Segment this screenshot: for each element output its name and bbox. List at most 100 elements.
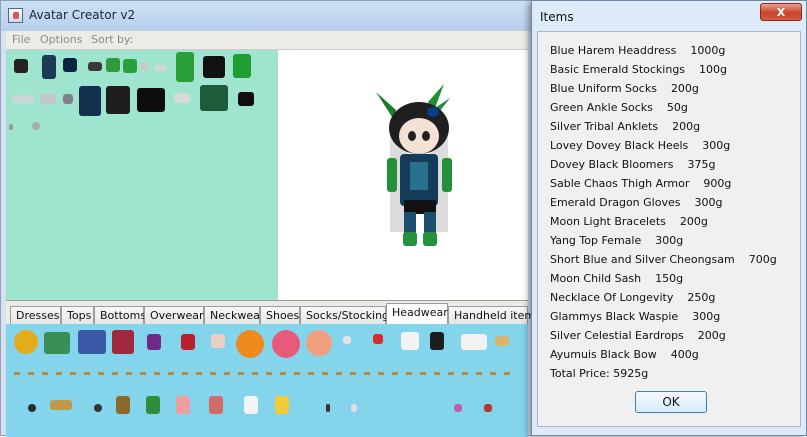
item-thumbnail[interactable] (88, 62, 102, 71)
item-thumbnail[interactable] (79, 86, 101, 116)
item-name: Silver Tribal Anklets (550, 120, 659, 133)
list-item: Glammys Black Waspie 300g (550, 310, 720, 326)
item-thumbnail[interactable] (155, 65, 167, 71)
close-button[interactable]: X (760, 3, 802, 21)
list-item: Basic Emerald Stockings 100g (550, 63, 727, 79)
list-item: Silver Tribal Anklets 200g (550, 120, 700, 136)
item-thumbnail[interactable] (147, 334, 161, 350)
list-item: Short Blue and Silver Cheongsam 700g (550, 253, 777, 269)
item-name: Emerald Dragon Gloves (550, 196, 681, 209)
item-price: 50g (666, 101, 688, 114)
item-price: 150g (655, 272, 684, 285)
item-name: Yang Top Female (550, 234, 642, 247)
item-thumbnail[interactable] (200, 85, 228, 111)
item-thumbnail[interactable] (174, 93, 190, 103)
item-thumbnail[interactable] (211, 334, 225, 348)
item-thumbnail[interactable] (238, 92, 254, 106)
item-thumbnail[interactable] (203, 56, 225, 78)
item-thumbnail[interactable] (233, 54, 251, 78)
item-name: Green Ankle Socks (550, 101, 653, 114)
list-item: Dovey Black Bloomers 375g (550, 158, 716, 174)
item-thumbnail[interactable] (28, 404, 36, 412)
item-thumbnail[interactable] (42, 55, 56, 79)
list-item: Yang Top Female 300g (550, 234, 683, 250)
item-thumbnail[interactable] (236, 330, 264, 358)
item-thumbnail[interactable] (63, 58, 77, 72)
menu-sort-by[interactable]: Sort by: (91, 33, 133, 46)
tab-tops[interactable]: Tops (61, 306, 94, 324)
item-thumbnail[interactable] (123, 59, 137, 73)
item-thumbnail[interactable] (12, 95, 34, 103)
item-thumbnail[interactable] (275, 396, 289, 414)
item-thumbnail[interactable] (495, 336, 509, 346)
item-thumbnail[interactable] (430, 332, 444, 350)
item-name: Sable Chaos Thigh Armor (550, 177, 690, 190)
list-item: Emerald Dragon Gloves 300g (550, 196, 722, 212)
tab-socks-stockings[interactable]: Socks/Stockings (300, 306, 395, 324)
list-item: Blue Harem Headdress 1000g (550, 44, 725, 60)
total-price: Total Price: 5925g (550, 367, 649, 380)
item-thumbnail[interactable] (32, 122, 40, 130)
tab-dresses[interactable]: Dresses (10, 306, 61, 324)
item-thumbnail[interactable] (373, 334, 383, 344)
item-thumbnail[interactable] (181, 334, 195, 350)
item-thumbnail[interactable] (146, 396, 160, 414)
tab-overwear[interactable]: Overwear (144, 306, 204, 324)
item-thumbnail[interactable] (63, 94, 73, 104)
item-thumbnail[interactable] (244, 396, 258, 414)
item-thumbnail[interactable] (484, 404, 492, 412)
list-item: Green Ankle Socks 50g (550, 101, 688, 117)
item-thumbnail[interactable] (401, 332, 419, 350)
item-thumbnail[interactable] (106, 58, 120, 72)
item-price: 200g (670, 82, 699, 95)
item-thumbnail[interactable] (461, 334, 487, 350)
item-thumbnail[interactable] (9, 124, 13, 130)
list-item: Moon Light Bracelets 200g (550, 215, 708, 231)
tab-handheld-items[interactable]: Handheld items (448, 306, 541, 324)
list-item: Silver Celestial Eardrops 200g (550, 329, 726, 345)
dialog-title: Items (540, 10, 574, 24)
tab-neckwear[interactable]: Neckwear (204, 306, 264, 324)
circlet-row (14, 372, 514, 375)
item-thumbnail[interactable] (343, 336, 351, 344)
item-price: 250g (687, 291, 716, 304)
item-thumbnail[interactable] (106, 86, 130, 114)
item-thumbnail[interactable] (44, 332, 70, 354)
item-price: 300g (702, 139, 731, 152)
item-name: Blue Harem Headdress (550, 44, 677, 57)
item-name: Basic Emerald Stockings (550, 63, 686, 76)
item-name: Glammys Black Waspie (550, 310, 679, 323)
tab-shoes[interactable]: Shoes (260, 306, 300, 324)
tab-bottoms[interactable]: Bottoms (94, 306, 146, 324)
item-price: 300g (692, 310, 721, 323)
item-price: 1000g (690, 44, 726, 57)
headwear-items-grid (6, 324, 528, 437)
menu-options[interactable]: Options (40, 33, 82, 46)
item-thumbnail[interactable] (326, 404, 330, 412)
item-thumbnail[interactable] (351, 404, 357, 412)
menu-file[interactable]: File (12, 33, 30, 46)
item-price: 200g (679, 215, 708, 228)
item-thumbnail[interactable] (176, 396, 190, 414)
tab-headwear[interactable]: Headwear (386, 303, 448, 324)
item-thumbnail[interactable] (40, 94, 56, 104)
item-thumbnail[interactable] (14, 59, 28, 73)
item-thumbnail[interactable] (454, 404, 462, 412)
item-price: 300g (694, 196, 723, 209)
title-bar: Avatar Creator v2 (1, 1, 533, 31)
item-thumbnail[interactable] (137, 88, 165, 112)
item-thumbnail[interactable] (209, 396, 223, 414)
item-thumbnail[interactable] (112, 330, 134, 354)
item-thumbnail[interactable] (176, 52, 194, 82)
item-thumbnail[interactable] (78, 330, 106, 354)
item-thumbnail[interactable] (140, 62, 149, 70)
item-thumbnail[interactable] (272, 330, 300, 358)
ok-button[interactable]: OK (635, 391, 707, 413)
item-thumbnail[interactable] (94, 404, 102, 412)
list-item: Blue Uniform Socks 200g (550, 82, 699, 98)
item-price: 200g (672, 120, 701, 133)
item-thumbnail[interactable] (14, 330, 38, 354)
item-thumbnail[interactable] (116, 396, 130, 414)
item-thumbnail[interactable] (306, 330, 332, 356)
item-thumbnail[interactable] (50, 400, 72, 410)
